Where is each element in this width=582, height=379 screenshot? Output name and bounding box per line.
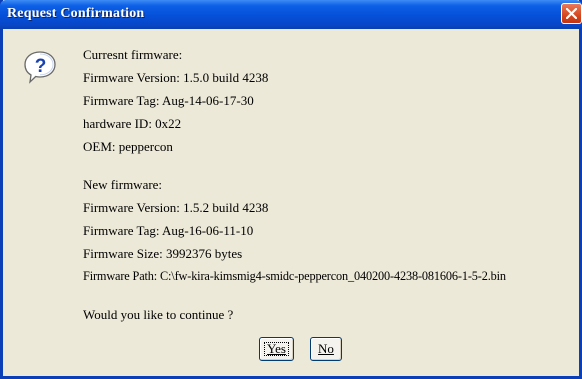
current-firmware-heading: Curresnt firmware: (83, 47, 183, 62)
new-firmware-path: Firmware Path: C:\fw-kira-kimsmig4-smidc… (83, 269, 506, 283)
new-firmware-size: Firmware Size: 3992376 bytes (83, 246, 243, 261)
question-icon: ? (24, 51, 56, 84)
no-button[interactable]: No (310, 337, 342, 361)
current-firmware-version: Firmware Version: 1.5.0 build 4238 (83, 70, 269, 85)
no-button-label: No (318, 341, 334, 356)
yes-button-label: Yes (267, 341, 286, 356)
confirmation-dialog: Request Confirmation ? Curresnt firmware… (0, 0, 582, 379)
current-firmware-tag: Firmware Tag: Aug-14-06-17-30 (83, 93, 254, 108)
current-oem: OEM: peppercon (83, 139, 173, 154)
close-button[interactable] (561, 3, 582, 24)
new-firmware-tag: Firmware Tag: Aug-16-06-11-10 (83, 223, 254, 238)
svg-text:?: ? (35, 56, 47, 77)
title-bar[interactable]: Request Confirmation (0, 0, 582, 29)
new-firmware-version: Firmware Version: 1.5.2 build 4238 (83, 200, 269, 215)
yes-button[interactable]: Yes (259, 337, 294, 361)
close-icon (566, 8, 577, 19)
dialog-title: Request Confirmation (7, 6, 145, 21)
current-hardware-id: hardware ID: 0x22 (83, 116, 182, 131)
new-firmware-heading: New firmware: (83, 177, 163, 192)
continue-prompt: Would you like to continue ? (83, 307, 234, 322)
